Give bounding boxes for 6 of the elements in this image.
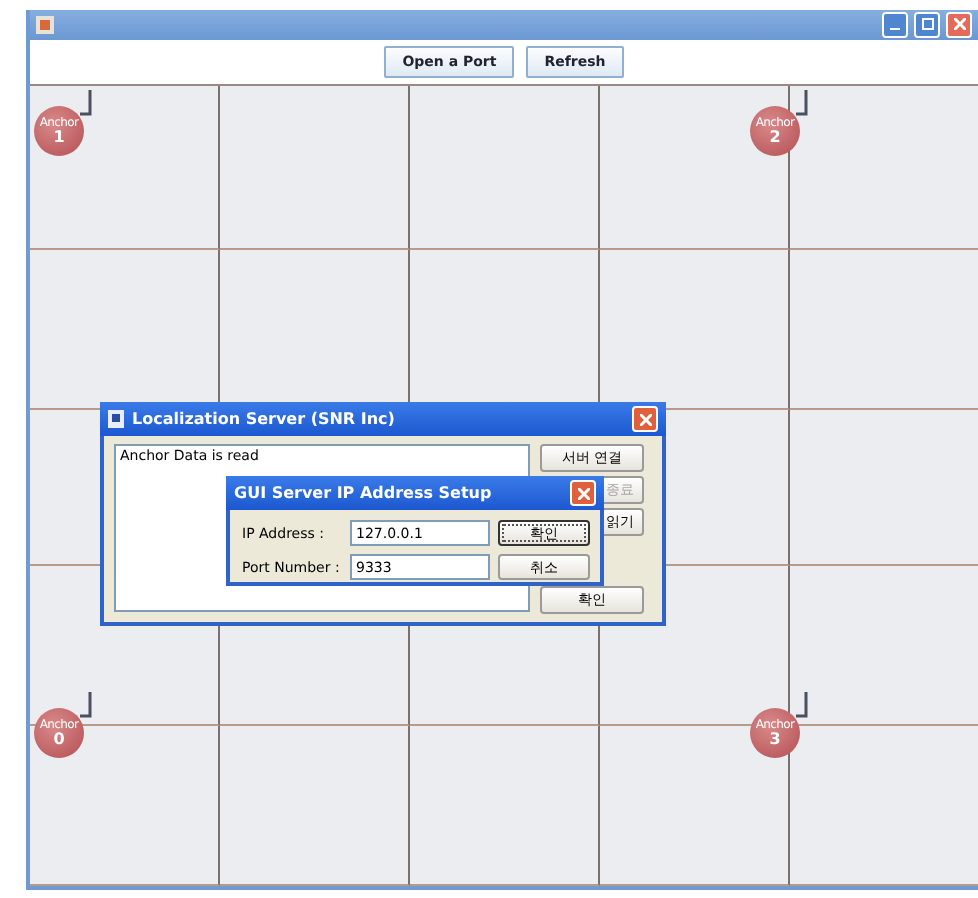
dialog-title: GUI Server IP Address Setup <box>234 484 492 502</box>
anchor-number: 2 <box>769 129 781 145</box>
anchor-number: 3 <box>769 731 781 747</box>
dialog-title: Localization Server (SNR Inc) <box>132 410 395 428</box>
anchor-number: 0 <box>53 731 65 747</box>
anchor-number: 1 <box>53 129 65 145</box>
